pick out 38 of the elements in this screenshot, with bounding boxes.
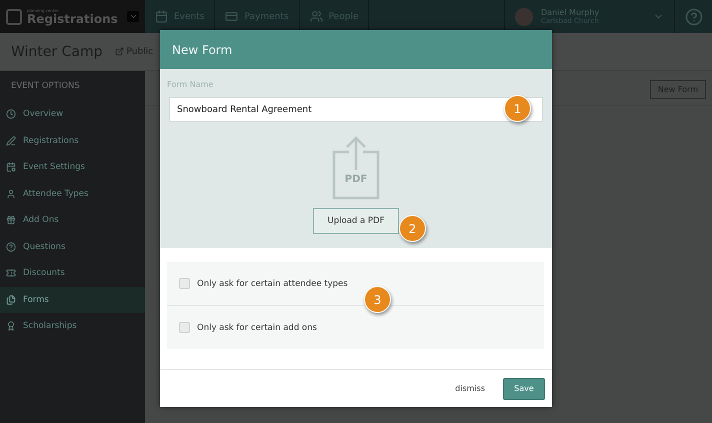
card-icon [225, 10, 238, 23]
help-icon [684, 8, 702, 26]
calendar-icon [155, 10, 168, 23]
app-logo[interactable]: Registrations [27, 12, 122, 24]
help-icon [6, 242, 16, 252]
sidebar-item[interactable]: Forms [0, 286, 145, 313]
sidebar-item[interactable]: Event Settings [0, 154, 145, 180]
clock-icon [6, 109, 16, 120]
pen-icon [6, 136, 16, 146]
checkbox-option[interactable]: Only ask for certain attendee types [179, 278, 348, 289]
sidebar-item[interactable]: Registrations [0, 128, 145, 154]
upload-pdf-button[interactable]: Upload a PDF [313, 208, 399, 234]
sidebar-item[interactable]: Discounts [0, 260, 145, 286]
logo-icon [6, 8, 22, 24]
field-label: Form Name [167, 80, 214, 89]
sidebar-item[interactable]: Attendee Types [0, 180, 145, 207]
award-icon [6, 321, 16, 332]
sidebar-item[interactable]: Questions [0, 234, 145, 260]
checkbox[interactable] [179, 322, 190, 333]
app-switcher-button[interactable] [127, 11, 139, 22]
sidebar-heading: EVENT OPTIONS [10, 81, 81, 93]
save-button[interactable]: Save [503, 378, 545, 400]
user-icon [6, 188, 16, 199]
checkbox[interactable] [179, 278, 190, 289]
ticket-icon [6, 268, 16, 278]
calendar-icon [6, 162, 16, 172]
sidebar-item[interactable]: Add Ons [0, 207, 145, 234]
caret-icon [128, 12, 138, 21]
sidebar-item[interactable]: Scholarships [0, 313, 145, 340]
files-icon [6, 294, 16, 305]
sidebar-item[interactable]: Overview [0, 101, 145, 128]
people-icon [310, 10, 323, 23]
checkbox-option[interactable]: Only ask for certain add ons [179, 322, 317, 333]
dialog-title: New Form [160, 30, 552, 69]
gift-icon [6, 215, 16, 226]
external-link-icon [114, 47, 124, 56]
avatar [515, 8, 533, 26]
dismiss-link[interactable]: dismiss [455, 384, 485, 393]
